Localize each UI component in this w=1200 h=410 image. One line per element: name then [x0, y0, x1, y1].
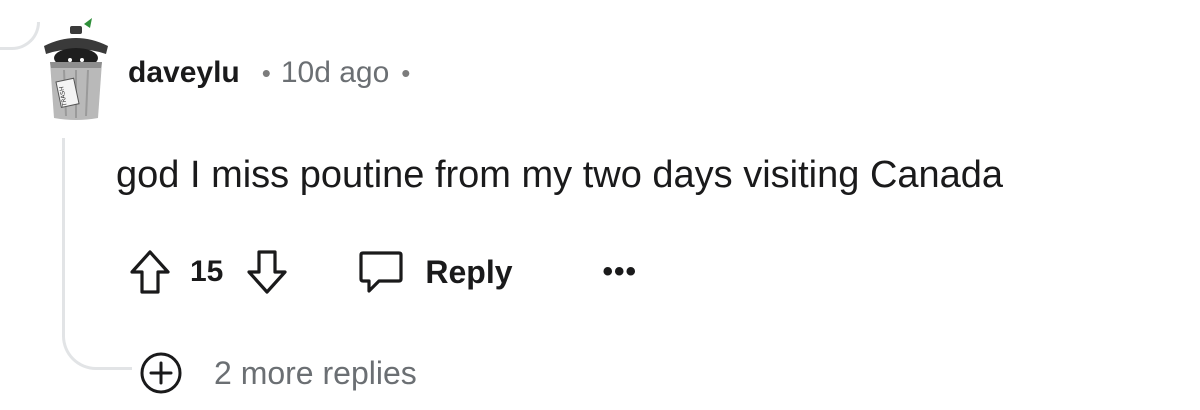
author-username[interactable]: daveylu [128, 56, 240, 90]
reply-button[interactable]: Reply [357, 249, 513, 295]
vote-score: 15 [190, 255, 224, 288]
more-replies-link[interactable]: 2 more replies [138, 348, 417, 398]
speech-bubble-icon [359, 251, 403, 293]
thread-line-parent [0, 22, 40, 50]
separator-dot: • [261, 57, 271, 88]
comment-body: god I miss poutine from my two days visi… [116, 154, 1004, 196]
arrow-down-icon [247, 250, 287, 294]
plus-circle-icon [140, 352, 182, 394]
upvote-button[interactable] [128, 248, 172, 296]
more-replies-label: 2 more replies [214, 354, 417, 391]
timestamp[interactable]: 10d ago [281, 56, 389, 90]
separator-dot: • [401, 57, 411, 88]
avatar[interactable]: TRASH [40, 16, 112, 122]
reply-label: Reply [425, 253, 513, 290]
comment-header: daveylu • 10d ago • [128, 50, 410, 96]
more-options-button[interactable]: ••• [603, 257, 638, 287]
comment-actions: 15 Reply ••• [128, 244, 637, 300]
downvote-button[interactable] [245, 248, 289, 296]
arrow-up-icon [130, 250, 170, 294]
trash-can-avatar-icon: TRASH [44, 18, 108, 120]
